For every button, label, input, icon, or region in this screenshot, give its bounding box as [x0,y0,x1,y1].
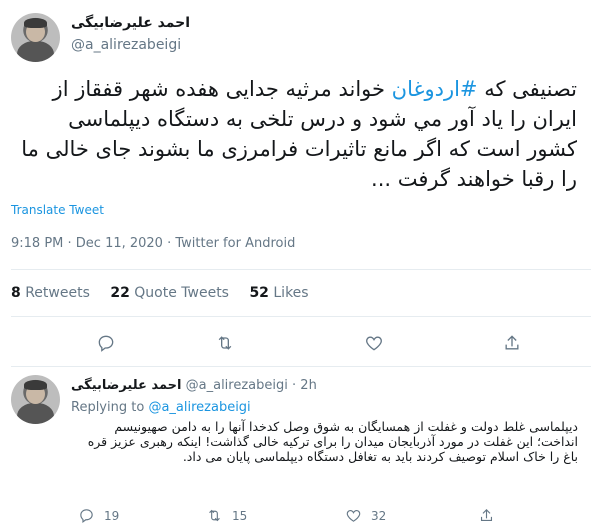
retweet-icon [218,336,232,350]
avatar-hair-shape [23,379,48,390]
quotes-stat[interactable]: 22 Quote Tweets [110,285,229,301]
divider [11,366,591,367]
tweet-meta: 9:18 PM · Dec 11, 2020 · Twitter for And… [11,236,296,251]
reply-reply-count: 19 [104,508,120,523]
author-name[interactable]: احمد علیرضابیگی [71,15,190,31]
share-button[interactable] [501,332,523,354]
reply-text: دیپلماسی غلط دولت و غفلت از همسایگان به … [87,419,578,464]
tweet-text-start: تصنیفی که [477,77,577,101]
reply-share-button[interactable] [478,507,504,524]
retweets-count: 8 [11,285,21,301]
avatar-body-shape [16,41,55,62]
retweets-label: Retweets [25,285,90,301]
share-icon [480,509,493,522]
avatar-hair-shape [23,17,48,28]
reply-retweet-button[interactable]: 15 [206,507,247,524]
reply-like-count: 32 [371,508,387,523]
reply-icon [80,509,93,524]
replying-label: Replying to [71,400,145,415]
reply-separator: · [292,378,297,393]
likes-label: Likes [273,285,309,301]
reply-author-handle[interactable]: @a_alirezabeigi [186,378,288,393]
retweet-icon [209,509,220,522]
reply-header: احمد علیرضابیگی @a_alirezabeigi · 2h [71,378,317,393]
heart-icon [366,336,382,351]
tweet-stats: 8 Retweets 22 Quote Tweets 52 Likes [11,285,325,301]
quotes-count: 22 [110,285,130,301]
retweets-stat[interactable]: 8 Retweets [11,285,90,301]
reply-like-button[interactable]: 32 [345,507,386,524]
hashtag-link[interactable]: #اردوغان [392,77,478,101]
likes-stat[interactable]: 52 Likes [249,285,308,301]
reply-time[interactable]: 2h [300,378,317,393]
reply-button[interactable] [95,332,117,354]
reply-reply-button[interactable]: 19 [78,507,119,524]
replying-to: Replying to @a_alirezabeigi [71,400,251,415]
reply-retweet-count: 15 [232,508,248,523]
retweet-button[interactable] [214,332,236,354]
tweet-text: تصنیفی که #اردوغان خواند مرثیه جدایی هفد… [12,74,577,194]
translate-tweet-link[interactable]: Translate Tweet [11,203,104,217]
divider [11,269,591,270]
likes-count: 52 [249,285,269,301]
heart-icon [346,509,361,522]
reply-author-name[interactable]: احمد علیرضابیگی [71,378,182,393]
replying-handle-link[interactable]: @a_alirezabeigi [148,400,250,415]
like-button[interactable] [363,332,385,354]
avatar-body-shape [16,403,55,424]
author-handle[interactable]: @a_alirezabeigi [71,37,181,53]
reply-author-avatar[interactable] [11,375,60,424]
author-avatar[interactable] [11,13,60,62]
share-icon [505,335,519,350]
divider [11,316,591,317]
reply-icon [98,335,114,352]
quotes-label: Quote Tweets [134,285,229,301]
